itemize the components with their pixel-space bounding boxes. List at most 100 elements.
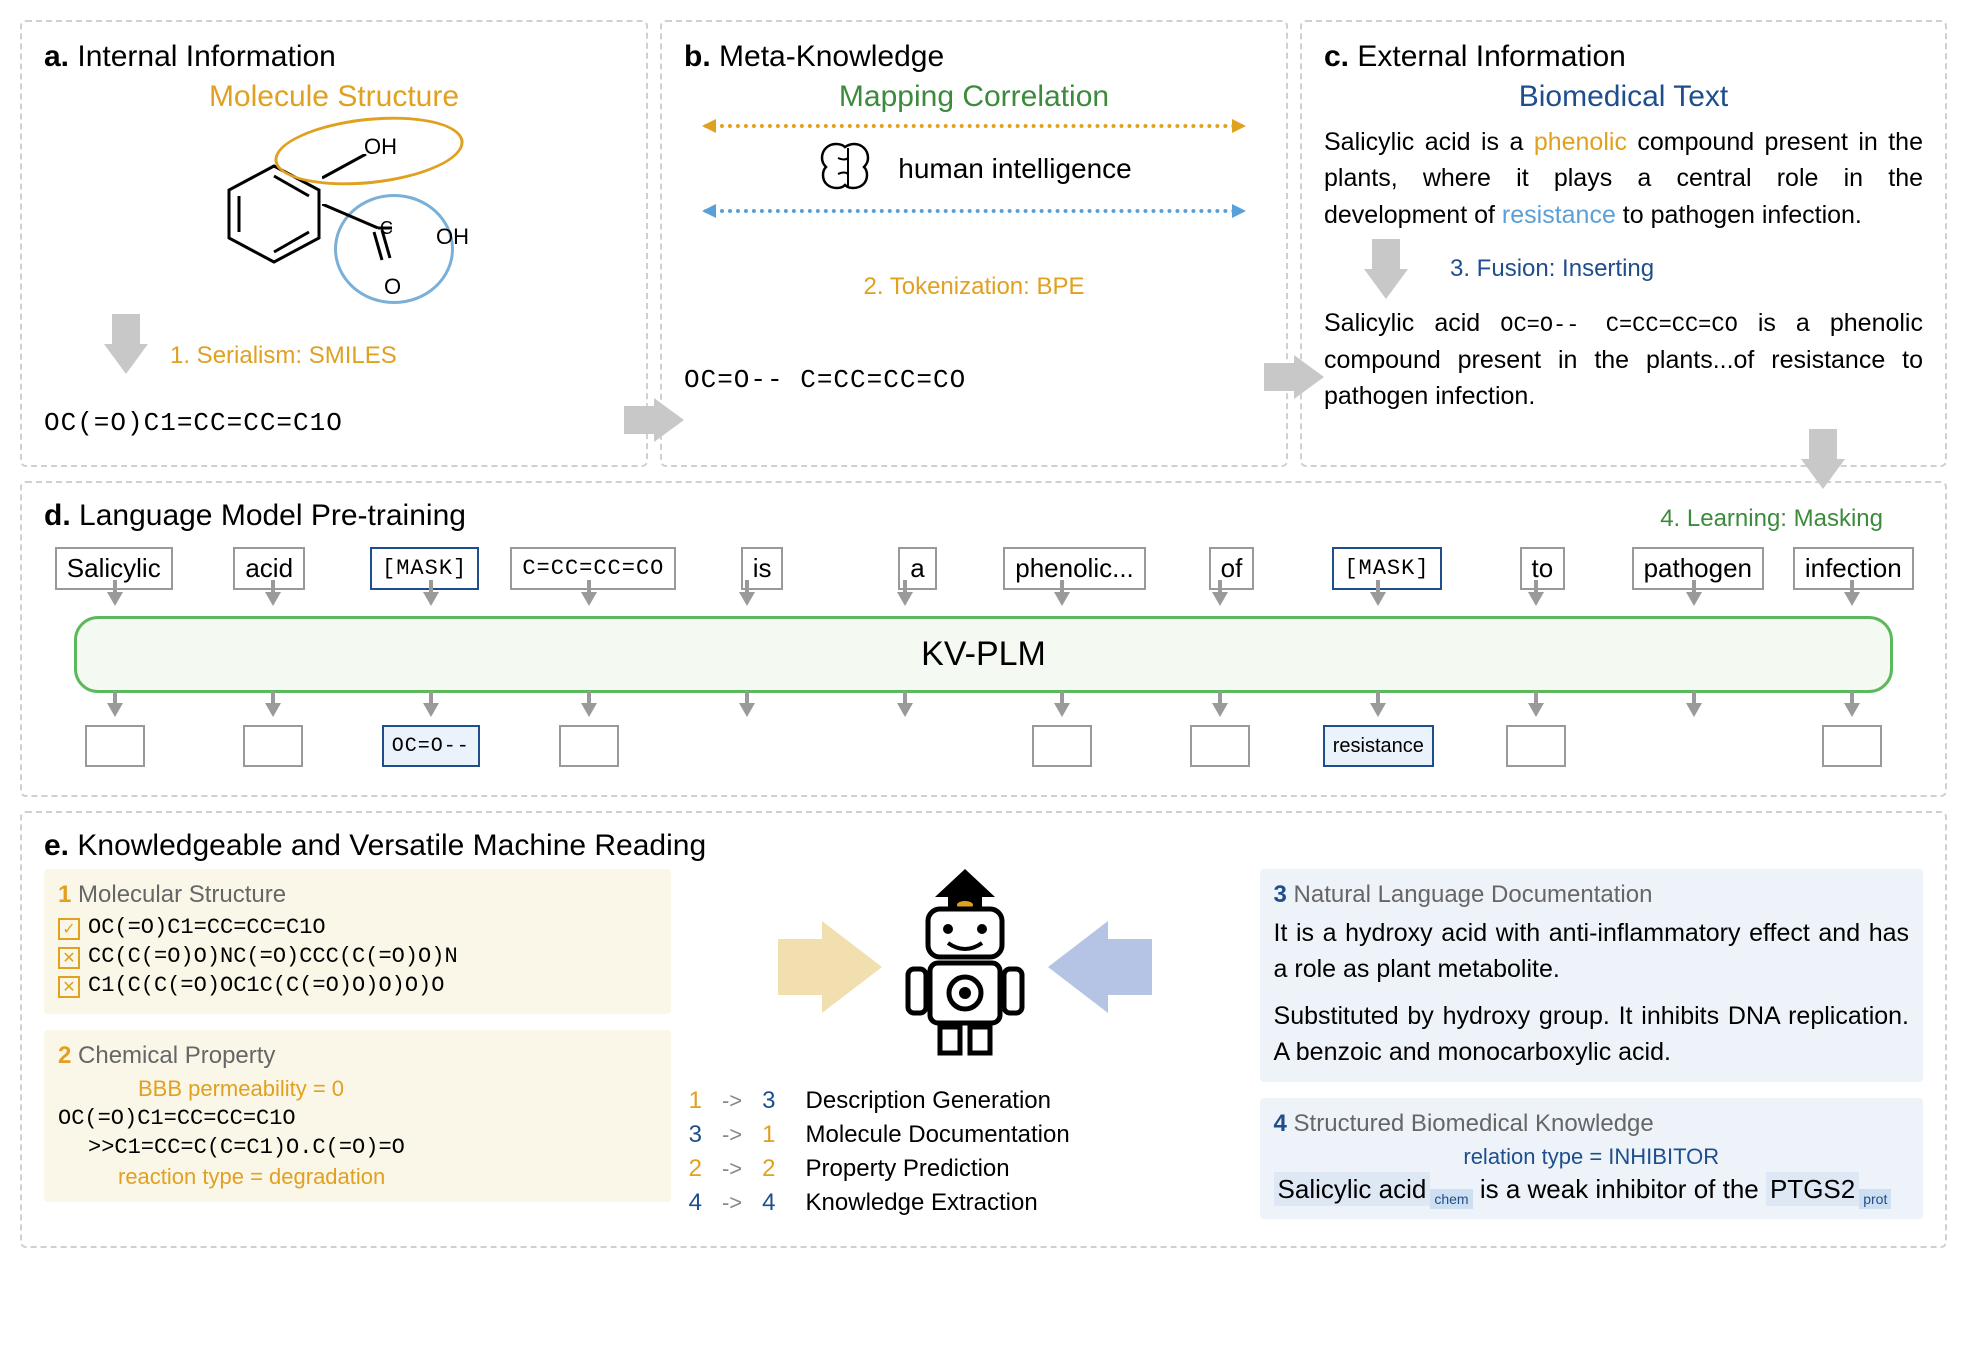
arrow-down-small-icon — [1054, 703, 1070, 717]
panel-language-model-pretraining: d. Language Model Pre-training 4. Learni… — [20, 481, 1947, 797]
map-label: Property Prediction — [806, 1155, 1010, 1183]
brain-icon — [816, 138, 880, 199]
sub-num: 1 — [58, 881, 71, 908]
arrow-down-icon — [104, 344, 148, 374]
arrow-down-small-icon — [1212, 703, 1228, 717]
mask-token: [MASK] — [1332, 547, 1441, 590]
map-label: Molecule Documentation — [806, 1121, 1070, 1149]
dotted-arrow-blue — [704, 209, 1244, 213]
output-token-row: OC=O--resistance — [44, 725, 1923, 767]
cross-icon: ✕ — [58, 976, 80, 998]
smiles-text: C1(C(C(=O)OC1C(C(=O)O)O)O)O — [88, 973, 444, 998]
arrow-down-small-icon — [423, 592, 439, 606]
panel-e-title-text: Knowledgeable and Versatile Machine Read… — [77, 829, 706, 862]
nl-doc-p1: It is a hydroxy acid with anti-inflammat… — [1274, 915, 1909, 988]
arrow-down-small-icon — [1528, 592, 1544, 606]
smiles-candidate-row: ✕CC(C(=O)O)NC(=O)CCC(C(=O)O)N — [58, 944, 657, 969]
task-mapping-row: 4->4Knowledge Extraction — [689, 1186, 1242, 1220]
subpanel-nl-documentation: 3 Natural Language Documentation It is a… — [1260, 869, 1923, 1082]
relation-type-label: relation type = INHIBITOR — [1274, 1144, 1909, 1170]
subpanel-2-head: 2 Chemical Property — [58, 1042, 657, 1070]
arrow-down-small-icon — [1686, 703, 1702, 717]
arrow-right-small-icon: -> — [722, 1122, 742, 1148]
nl-doc-p2: Substituted by hydroxy group. It inhibit… — [1274, 998, 1909, 1071]
panel-d-letter: d. — [44, 499, 71, 532]
output-token — [559, 725, 619, 767]
smiles-candidate-row: ✕ C1(C(C(=O)OC1C(C(=O)O)O)O)O — [58, 973, 657, 998]
fused-text-paragraph: Salicylic acid OC=O-- C=CC=CC=CO is a ph… — [1324, 305, 1923, 414]
map-label: Knowledge Extraction — [806, 1189, 1038, 1217]
smiles-candidate-row: ✓OC(=O)C1=CC=CC=C1O — [58, 915, 657, 940]
arrows-row — [44, 703, 1923, 717]
structured-sentence: Salicylic acidchem is a weak inhibitor o… — [1274, 1174, 1909, 1207]
mol-label-oh2: OH — [436, 224, 469, 250]
text-fragment: is a weak inhibitor of the — [1480, 1174, 1766, 1204]
robot-icon — [890, 869, 1040, 1064]
panel-b-subtitle: Mapping Correlation — [684, 80, 1264, 114]
panel-c-letter: c. — [1324, 40, 1349, 73]
panel-b-title-text: Meta-Knowledge — [719, 40, 944, 73]
arrow-down-small-icon — [1844, 592, 1860, 606]
mask-token: [MASK] — [370, 547, 479, 590]
panel-a-letter: a. — [44, 40, 69, 73]
arrow-down-small-icon — [897, 592, 913, 606]
subpanel-chemical-property: 2 Chemical Property BBB permeability = 0… — [44, 1030, 671, 1202]
mol-label-o: O — [384, 274, 401, 300]
bbb-label: BBB permeability = 0 — [138, 1076, 657, 1102]
smiles-text: CC(C(=O)O)NC(=O)CCC(C(=O)O)N — [88, 944, 458, 969]
panel-a-title-text: Internal Information — [77, 40, 335, 73]
arrow-down-small-icon — [1370, 592, 1386, 606]
input-token: acid — [233, 547, 305, 590]
step3-label: 3. Fusion: Inserting — [1450, 255, 1654, 283]
input-token-row: Salicylicacid[MASK]C=CC=CC=COisaphenolic… — [44, 547, 1923, 590]
arrow-down-small-icon — [1370, 703, 1386, 717]
kvplm-model-bar: KV-PLM — [74, 616, 1893, 693]
map-from: 1 — [689, 1087, 702, 1115]
smiles-text: OC(=O)C1=CC=CC=C1O — [88, 915, 326, 940]
panel-b-title: b. Meta-Knowledge — [684, 40, 1264, 74]
output-token — [85, 725, 145, 767]
sub-num: 3 — [1274, 881, 1287, 908]
robot-row — [822, 869, 1108, 1064]
output-token — [1822, 725, 1882, 767]
arrow-right-small-icon: -> — [722, 1088, 742, 1114]
map-to: 2 — [762, 1155, 775, 1183]
arrow-right-icon — [1254, 355, 1324, 404]
panel-meta-knowledge: b. Meta-Knowledge Mapping Correlation hu… — [660, 20, 1288, 467]
task-mapping-row: 3->1Molecule Documentation — [689, 1118, 1242, 1152]
arrow-down-small-icon — [739, 703, 755, 717]
panel-d-title-text: Language Model Pre-training — [79, 499, 466, 532]
sub-num: 2 — [58, 1042, 71, 1069]
arrow-right-small-icon: -> — [722, 1190, 742, 1216]
text-fragment: Salicylic acid — [1324, 309, 1500, 337]
panel-internal-information: a. Internal Information Molecule Structu… — [20, 20, 648, 467]
highlight-resistance: resistance — [1502, 201, 1616, 229]
arrow-down-icon — [1801, 459, 1845, 489]
step1-label: 1. Serialism: SMILES — [170, 342, 397, 370]
arrow-down-small-icon — [107, 592, 123, 606]
big-arrow-left-icon — [1048, 921, 1108, 1013]
arrow-down-small-icon — [107, 703, 123, 717]
arrow-down-small-icon — [1844, 703, 1860, 717]
arrow-down-small-icon — [1686, 592, 1702, 606]
panel-knowledgeable-reading: e. Knowledgeable and Versatile Machine R… — [20, 811, 1947, 1248]
task-mapping-row: 1->3Description Generation — [689, 1084, 1242, 1118]
smiles-string: OC(=O)C1=CC=CC=C1O — [44, 408, 343, 438]
step4-label: 4. Learning: Masking — [1660, 505, 1883, 533]
sub-title: Structured Biomedical Knowledge — [1294, 1110, 1654, 1137]
panel-e-letter: e. — [44, 829, 69, 862]
arrow-down-icon — [1364, 269, 1408, 299]
panel-e-title: e. Knowledgeable and Versatile Machine R… — [44, 829, 1923, 863]
reaction-type-label: reaction type = degradation — [118, 1164, 657, 1190]
arrow-down-small-icon — [1212, 592, 1228, 606]
map-to: 3 — [762, 1087, 775, 1115]
panel-external-information: c. External Information Biomedical Text … — [1300, 20, 1947, 467]
predicted-token: resistance — [1323, 725, 1434, 767]
task-mapping-list: 1->3Description Generation3->1Molecule D… — [689, 1084, 1242, 1220]
text-fragment: Salicylic acid is a — [1324, 128, 1534, 156]
input-token: of — [1209, 547, 1255, 590]
arrow-down-small-icon — [1054, 592, 1070, 606]
subpanel-1-head: 1 Molecular Structure — [58, 881, 657, 909]
output-token — [1190, 725, 1250, 767]
inline-smiles: OC=O-- C=CC=CC=CO — [1500, 313, 1738, 338]
